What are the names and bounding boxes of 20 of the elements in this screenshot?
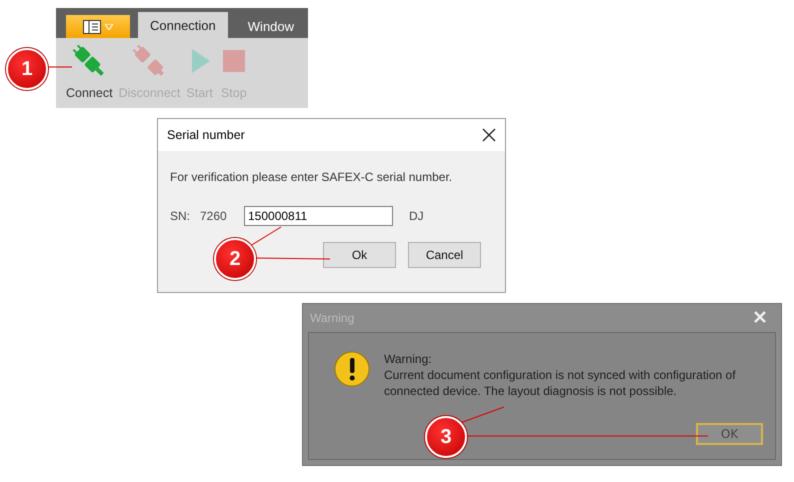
dialog-button[interactable]: Ok [323,242,396,268]
warning-message: Current document configuration is not synced with configuration of connected device. The layout diagnosis is not possible. [384,367,737,399]
warning-heading: Warning: [384,351,433,367]
sn-label: SN: [170,209,192,223]
book-icon [83,20,101,34]
sn-suffix: DJ [409,209,424,223]
leader-line [460,406,504,424]
leader-line [250,226,282,246]
app-menu-button[interactable] [66,15,130,38]
serial-input[interactable]: 150000811 [244,206,393,226]
prompt-text: For verification please enter SAFEX-C serial number. [170,170,454,184]
warning-icon [334,351,370,387]
ribbon-button[interactable]: Connect [66,42,113,100]
sn-prefix: 7260 [200,209,228,223]
dialog-title: Serial number [167,128,245,142]
caret-icon [105,24,113,30]
callout-badge: 1 [6,48,48,90]
ribbon-tab[interactable]: Connection [138,12,228,38]
close-button[interactable] [481,127,497,143]
dialog-button[interactable]: Cancel [408,242,481,268]
